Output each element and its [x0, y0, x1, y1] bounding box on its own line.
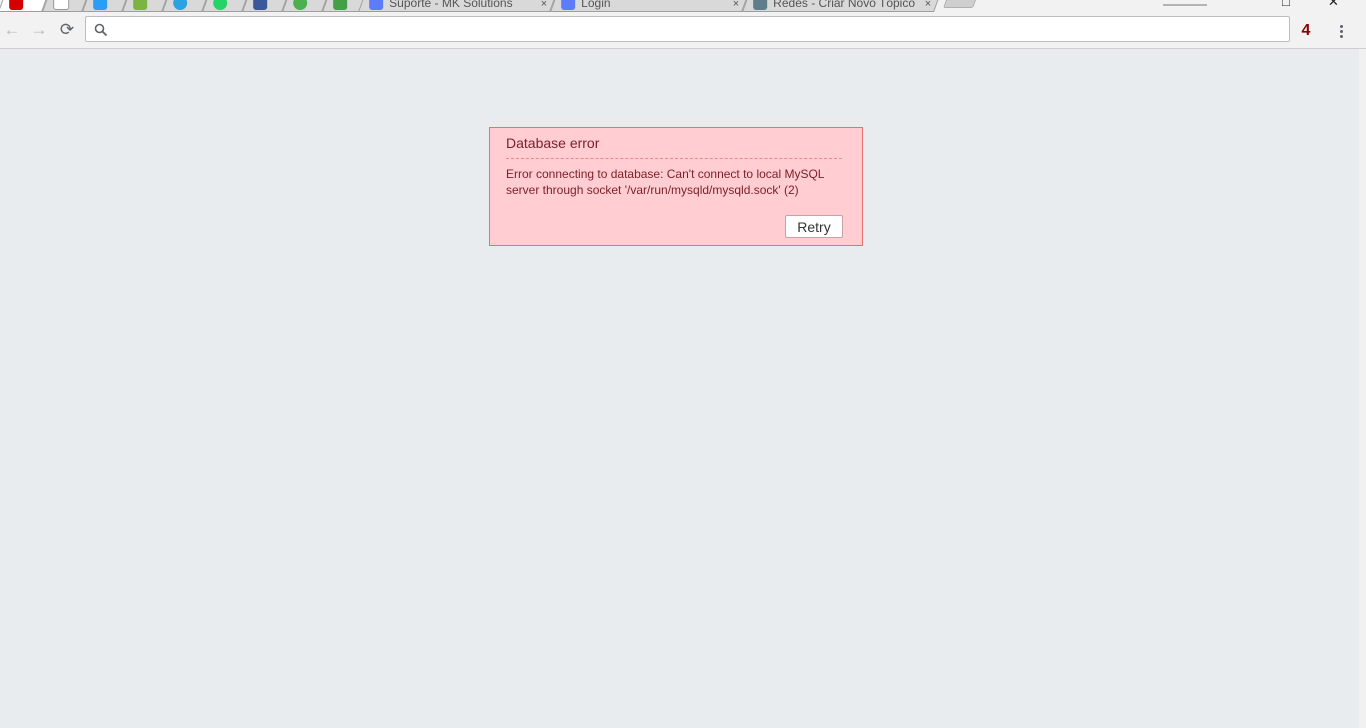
- new-tab-button[interactable]: [943, 0, 979, 8]
- close-window-icon[interactable]: ✕: [1328, 0, 1339, 10]
- profile-area[interactable]: [1163, 0, 1207, 6]
- forward-button[interactable]: →: [27, 18, 51, 42]
- reload-icon: ⟳: [59, 20, 75, 39]
- search-icon: [94, 23, 108, 37]
- whatsapp-icon: [213, 0, 228, 10]
- close-icon[interactable]: ×: [541, 0, 547, 10]
- back-button[interactable]: ←: [0, 18, 24, 42]
- chart-icon: [369, 0, 384, 10]
- tab-redes[interactable]: Redes - Criar Novo Tópico ×: [741, 0, 943, 12]
- facebook-icon: [253, 0, 268, 10]
- tools-icon: [753, 0, 768, 10]
- error-message: Error connecting to database: Can't conn…: [506, 167, 825, 197]
- maximize-icon[interactable]: □: [1282, 0, 1290, 9]
- menu-icon[interactable]: [1331, 20, 1351, 42]
- tab-title: Login: [581, 0, 611, 10]
- retry-button[interactable]: Retry: [785, 215, 843, 238]
- tab-title: Suporte - MK Solutions: [389, 0, 513, 10]
- star-icon: [93, 0, 108, 10]
- zabbix-icon: [561, 0, 576, 10]
- forward-arrow-icon: →: [30, 20, 48, 39]
- address-input[interactable]: [114, 19, 1283, 41]
- zabbix-icon: [9, 0, 24, 10]
- tab-strip: Suporte - MK Solutions × Login × Redes -…: [0, 0, 1366, 13]
- database-error-panel: Database error Error connecting to datab…: [489, 127, 863, 246]
- close-icon[interactable]: ×: [925, 0, 931, 10]
- close-icon[interactable]: ×: [733, 0, 739, 10]
- pdf-icon: [333, 0, 348, 10]
- page-scrollbar[interactable]: [1359, 49, 1366, 728]
- divider: [506, 158, 842, 159]
- address-bar[interactable]: [85, 16, 1290, 42]
- blank-page-icon: [53, 0, 70, 10]
- error-title: Database error: [506, 135, 600, 151]
- tab-login[interactable]: Login ×: [549, 0, 751, 12]
- tab-title: Redes - Criar Novo Tópico: [773, 0, 916, 10]
- browser-toolbar: ← → ⟳ 4: [0, 13, 1366, 49]
- extension-badge-icon[interactable]: 4: [1296, 21, 1316, 41]
- tab-suporte[interactable]: Suporte - MK Solutions ×: [357, 0, 559, 12]
- telegram-icon: [173, 0, 188, 10]
- back-arrow-icon: ←: [3, 20, 21, 39]
- globe-icon: [293, 0, 308, 10]
- chart-icon: [133, 0, 148, 10]
- reload-button[interactable]: ⟳: [55, 18, 79, 42]
